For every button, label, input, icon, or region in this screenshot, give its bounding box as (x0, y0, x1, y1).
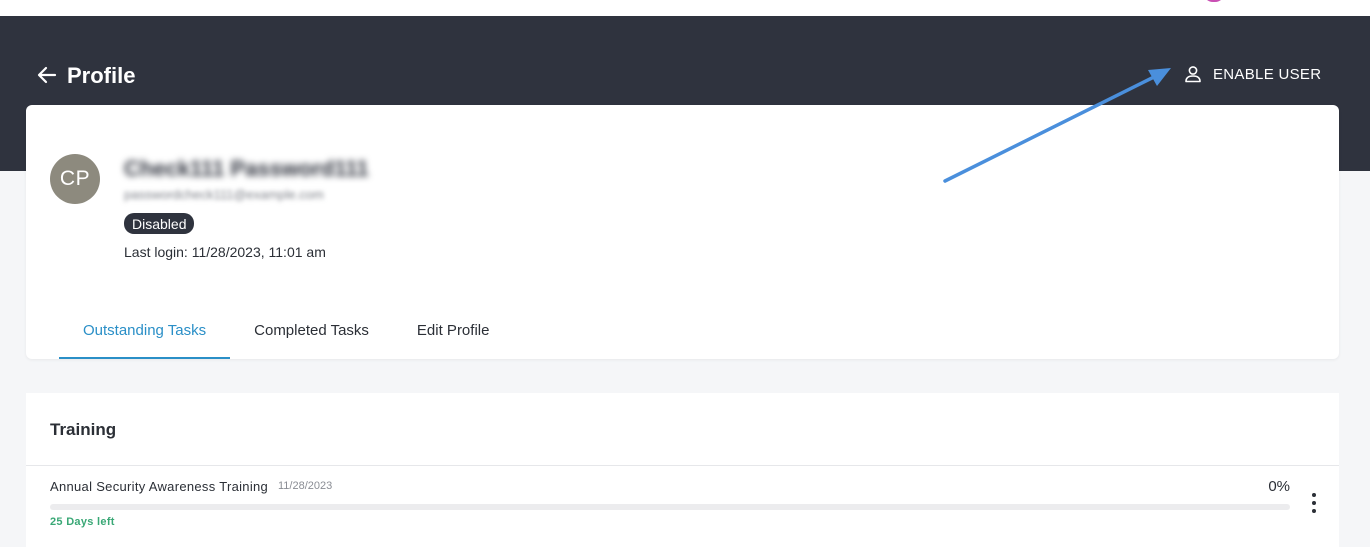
more-vertical-icon[interactable] (1306, 493, 1322, 513)
training-days-left: 25 Days left (50, 516, 115, 528)
divider (26, 465, 1339, 466)
top-strip (0, 0, 1370, 16)
back-button[interactable] (36, 64, 58, 86)
profile-card: CP Check111 Password111 passwordcheck111… (26, 105, 1339, 359)
profile-email: passwordcheck111@example.com (124, 187, 324, 202)
tab-completed-tasks[interactable]: Completed Tasks (230, 305, 393, 359)
page-title: Profile (67, 63, 136, 88)
enable-user-label: ENABLE USER (1213, 65, 1322, 83)
training-item-percent: 0% (1268, 478, 1290, 495)
status-badge: Disabled (124, 213, 195, 234)
training-panel: Training Annual Security Awareness Train… (26, 393, 1339, 547)
tab-outstanding-tasks[interactable]: Outstanding Tasks (59, 305, 231, 359)
profile-tabs: Outstanding Tasks Completed Tasks Edit P… (59, 305, 513, 359)
training-item-date: 11/28/2023 (278, 480, 333, 492)
avatar: CP (50, 154, 100, 204)
tab-edit-profile[interactable]: Edit Profile (393, 305, 514, 359)
training-section-title: Training (50, 420, 117, 439)
arrow-left-icon (37, 66, 57, 84)
training-progress-bar (50, 504, 1290, 510)
enable-user-button[interactable]: ENABLE USER (1183, 64, 1321, 84)
user-icon (1185, 66, 1201, 83)
partial-avatar-icon (1203, 0, 1225, 2)
profile-name: Check111 Password111 (124, 156, 369, 181)
training-item-title[interactable]: Annual Security Awareness Training (50, 479, 268, 494)
last-login: Last login: 11/28/2023, 11:01 am (124, 244, 326, 260)
